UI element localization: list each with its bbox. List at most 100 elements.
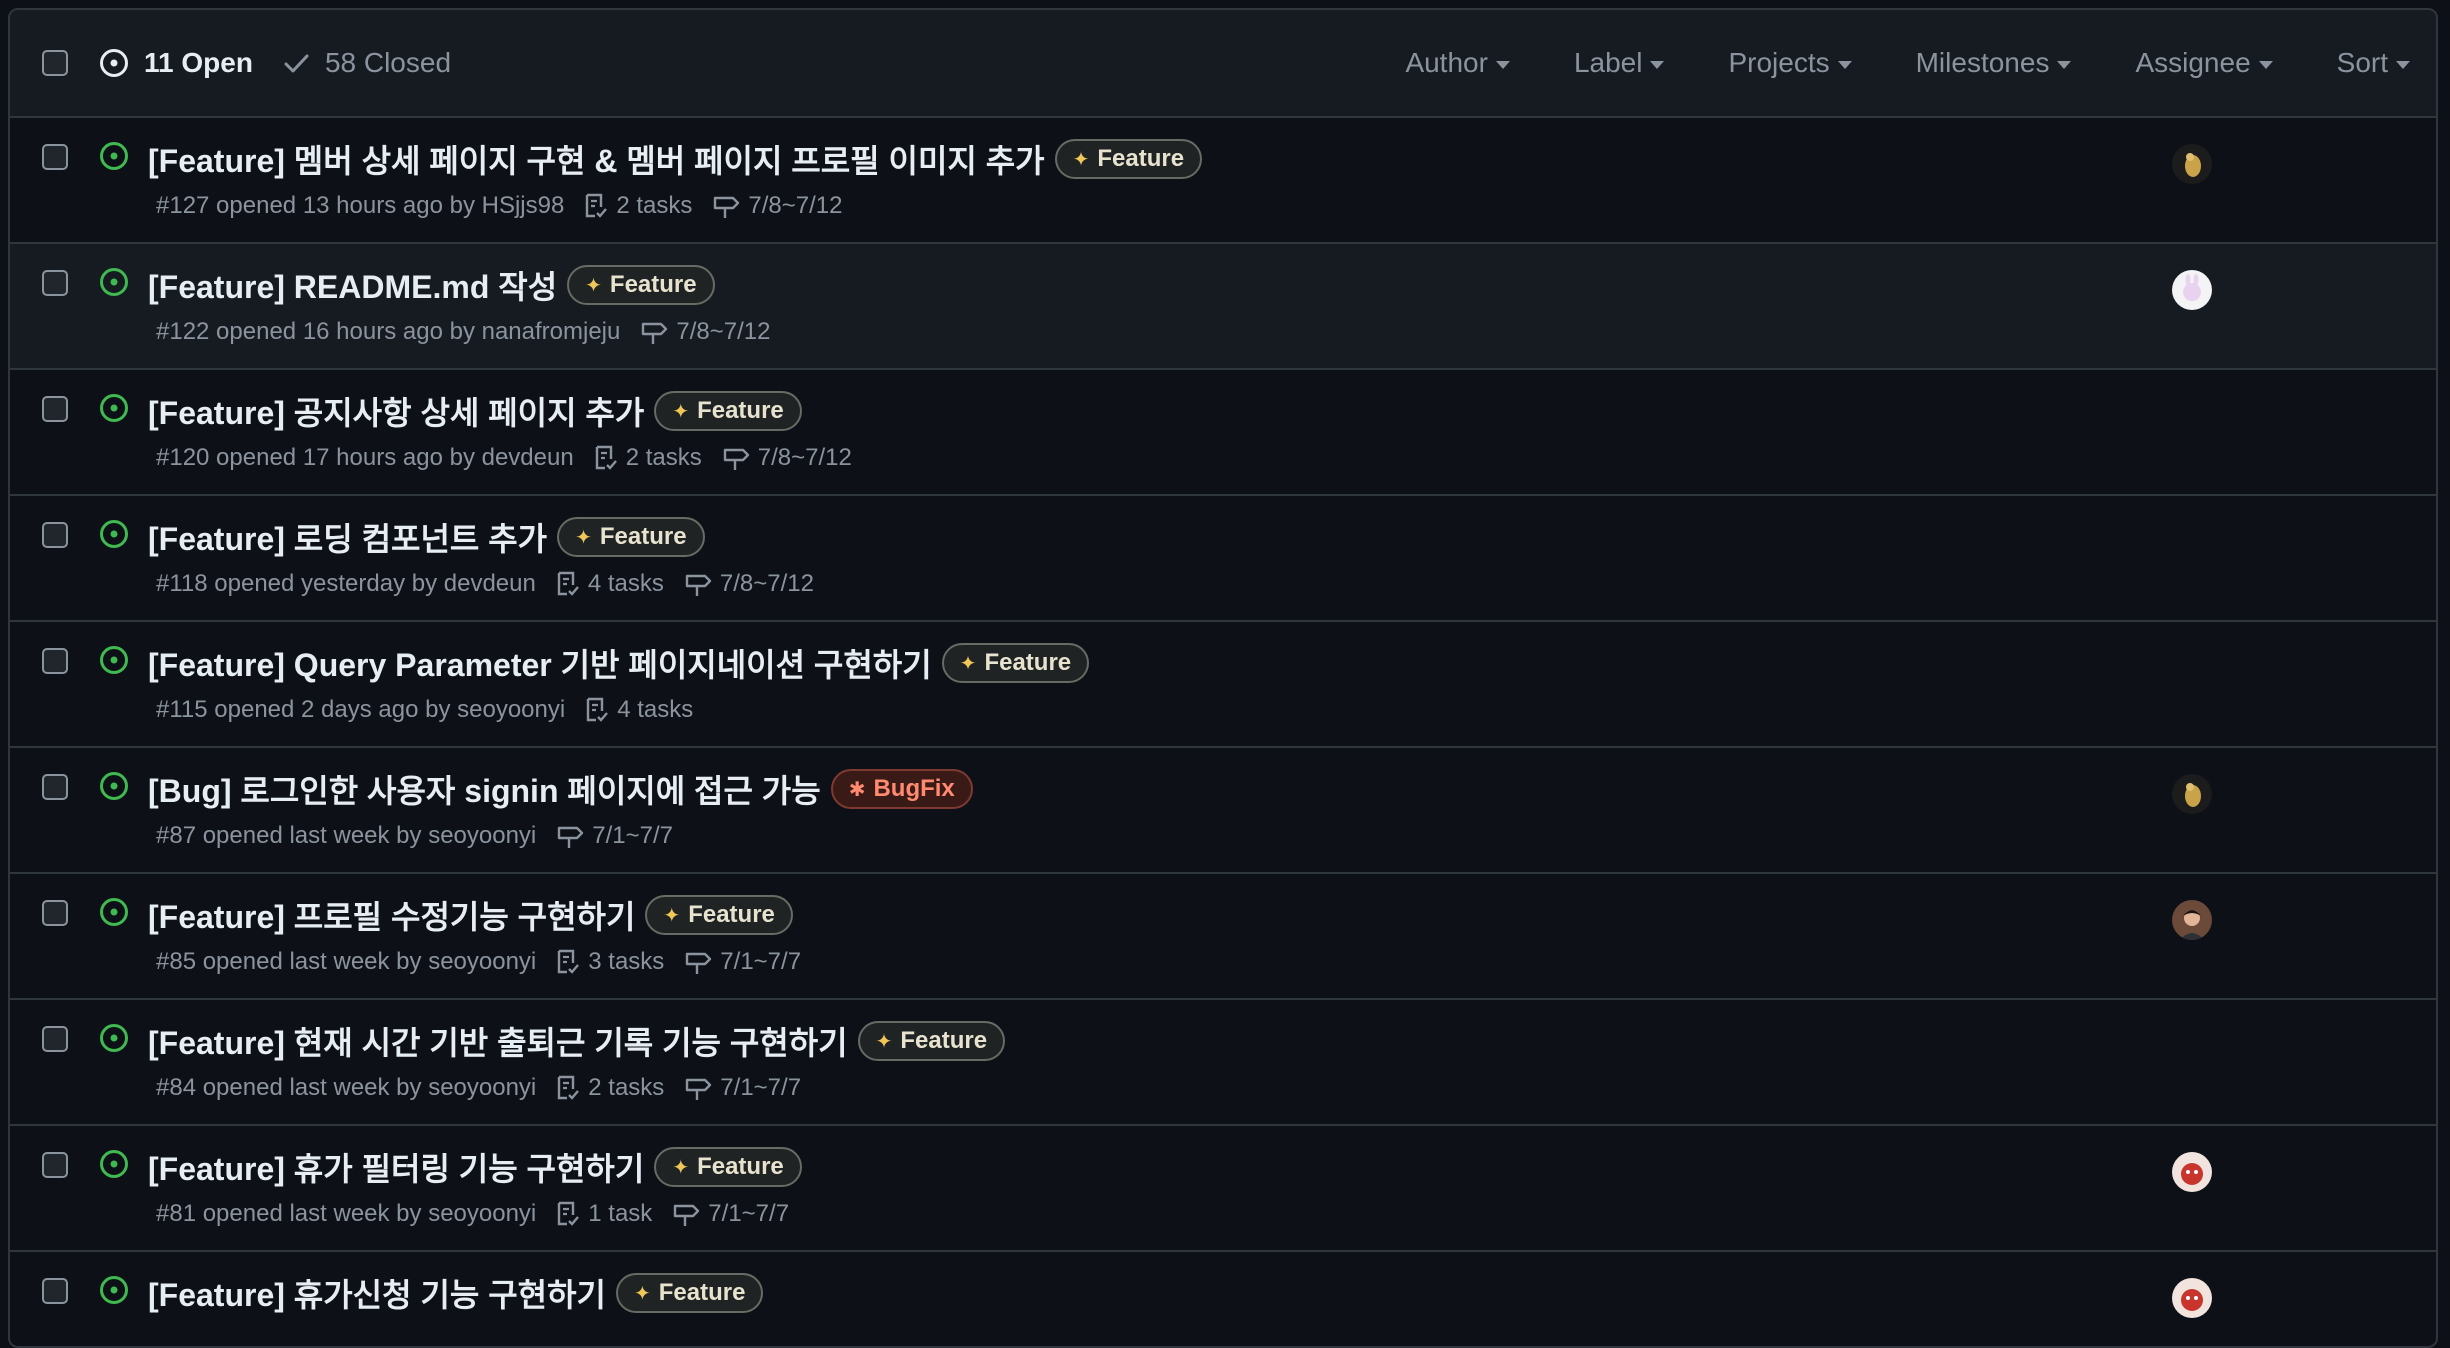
label-text: Feature: [984, 649, 1072, 676]
issue-title-link[interactable]: [Feature] 로딩 컴포넌트 추가: [148, 514, 547, 560]
issue-title-link[interactable]: [Feature] 멤버 상세 페이지 구현 & 멤버 페이지 프로필 이미지 …: [148, 136, 1045, 182]
issue-row[interactable]: [Feature] 멤버 상세 페이지 구현 & 멤버 페이지 프로필 이미지 …: [10, 118, 2436, 244]
milestone-link[interactable]: 7/8~7/12: [712, 192, 842, 220]
issue-checkbox[interactable]: [42, 774, 68, 800]
filter-label: Milestones: [1915, 47, 2050, 78]
issues-list-box: 11 Open 58 Closed Author Label Projects Mil…: [8, 8, 2438, 1348]
chevron-down-icon: [1837, 60, 1852, 69]
closed-issues-tab[interactable]: 58 Closed: [281, 47, 451, 79]
task-progress[interactable]: 2 tasks: [594, 444, 702, 472]
issue-checkbox[interactable]: [42, 648, 68, 674]
milestone-link[interactable]: 7/8~7/12: [722, 444, 852, 472]
issue-opened-info: #115 opened 2 days ago by seoyoonyi: [156, 696, 566, 723]
issue-row[interactable]: [Feature] README.md 작성 ✦ Feature #122 opene…: [10, 244, 2436, 370]
issue-opened-info: #127 opened 13 hours ago by HSjjs98: [156, 192, 565, 219]
label-feature[interactable]: ✦ Feature: [654, 391, 802, 431]
task-progress[interactable]: 3 tasks: [556, 948, 664, 976]
issues-list: [Feature] 멤버 상세 페이지 구현 & 멤버 페이지 프로필 이미지 …: [10, 118, 2436, 1346]
issue-checkbox[interactable]: [42, 396, 68, 422]
assignee-avatar[interactable]: [2172, 1152, 2212, 1192]
issue-status-icon: [98, 140, 130, 177]
issue-meta: #84 opened last week by seoyoonyi 2 tasks…: [156, 1074, 801, 1102]
assignee-avatar[interactable]: [2172, 900, 2212, 940]
milestone-icon: [674, 1204, 700, 1226]
issue-title-link[interactable]: [Feature] 프로필 수정기능 구현하기: [148, 892, 635, 938]
tasklist-icon: [586, 193, 608, 218]
sparkles-icon: ✦: [1072, 148, 1090, 171]
sparkles-icon: ✦: [575, 526, 592, 549]
issue-title-link[interactable]: [Feature] 현재 시간 기반 출퇴근 기록 기능 구현하기: [148, 1018, 848, 1064]
issue-status-icon: [98, 644, 130, 681]
issue-row[interactable]: [Feature] 휴가 필터링 기능 구현하기 ✦ Feature #81 open…: [10, 1126, 2436, 1252]
issue-checkbox[interactable]: [42, 1152, 68, 1178]
milestone-link[interactable]: 7/1~7/7: [684, 1074, 801, 1102]
issue-row[interactable]: [Feature] Query Parameter 기반 페이지네이션 구현하기…: [10, 622, 2436, 748]
task-progress[interactable]: 1 task: [556, 1200, 652, 1228]
label-feature[interactable]: ✦ Feature: [654, 1147, 802, 1187]
label-feature[interactable]: ✦ Feature: [941, 643, 1090, 683]
label-feature[interactable]: ✦ Feature: [857, 1021, 1006, 1061]
issue-checkbox[interactable]: [42, 270, 68, 296]
sparkles-icon: ✦: [672, 400, 690, 423]
issue-title-link[interactable]: [Feature] README.md 작성: [148, 262, 557, 308]
issue-title-link[interactable]: [Bug] 로그인한 사용자 signin 페이지에 접근 가능: [148, 766, 821, 812]
label-bugfix[interactable]: ✱ BugFix: [830, 769, 973, 809]
milestone-icon: [723, 448, 749, 470]
issue-checkbox[interactable]: [42, 900, 68, 926]
issue-title-link[interactable]: [Feature] 휴가 필터링 기능 구현하기: [148, 1144, 644, 1190]
filter-sort-dropdown[interactable]: Sort: [2337, 47, 2410, 79]
filter-projects-dropdown[interactable]: Projects: [1728, 47, 1852, 79]
milestone-link[interactable]: 7/1~7/7: [672, 1200, 789, 1228]
label-feature[interactable]: ✦ Feature: [567, 265, 715, 305]
milestone-link[interactable]: 7/8~7/12: [640, 318, 770, 346]
milestone-icon: [558, 826, 584, 848]
filter-author-dropdown[interactable]: Author: [1405, 47, 1510, 79]
issue-checkbox[interactable]: [42, 1278, 68, 1304]
label-feature[interactable]: ✦ Feature: [557, 517, 705, 557]
assignee-avatar[interactable]: [2172, 774, 2212, 814]
assignee-avatar[interactable]: [2172, 144, 2212, 184]
avatar-image: [2172, 900, 2212, 940]
issue-row[interactable]: [Feature] 공지사항 상세 페이지 추가 ✦ Feature #120 ope…: [10, 370, 2436, 496]
sparkles-icon: ✦: [672, 1156, 690, 1179]
issue-row[interactable]: [Feature] 휴가신청 기능 구현하기 ✦ Feature: [10, 1252, 2436, 1346]
milestone-link[interactable]: 7/8~7/12: [684, 570, 814, 598]
task-progress[interactable]: 4 tasks: [556, 570, 664, 598]
open-issues-tab[interactable]: 11 Open: [98, 47, 253, 79]
issue-checkbox[interactable]: [42, 144, 68, 170]
tasklist-icon: [587, 697, 609, 722]
issue-checkbox[interactable]: [42, 522, 68, 548]
filter-assignee-dropdown[interactable]: Assignee: [2135, 47, 2273, 79]
avatar-image: [2172, 1152, 2212, 1192]
task-count: 2 tasks: [588, 1074, 665, 1101]
issue-row[interactable]: [Feature] 현재 시간 기반 출퇴근 기록 기능 구현하기 ✦ Featur…: [10, 1000, 2436, 1126]
task-progress[interactable]: 4 tasks: [585, 696, 693, 724]
filter-label-dropdown[interactable]: Label: [1574, 47, 1665, 79]
label-feature[interactable]: ✦ Feature: [645, 895, 793, 935]
assignee-avatar[interactable]: [2172, 270, 2212, 310]
label-text: Feature: [697, 1153, 784, 1180]
label-feature[interactable]: ✦ Feature: [1054, 139, 1203, 179]
issue-row[interactable]: [Feature] 로딩 컴포넌트 추가 ✦ Feature #118 opened …: [10, 496, 2436, 622]
milestone-name: 7/8~7/12: [748, 192, 843, 219]
sparkles-icon: ✦: [875, 1030, 893, 1053]
issue-open-icon: [100, 268, 128, 296]
milestone-name: 7/8~7/12: [757, 444, 852, 471]
assignee-avatar[interactable]: [2172, 1278, 2212, 1318]
task-progress[interactable]: 2 tasks: [556, 1074, 664, 1102]
tasklist-icon: [595, 445, 617, 470]
select-all-checkbox[interactable]: [42, 50, 68, 76]
issue-title-link[interactable]: [Feature] 공지사항 상세 페이지 추가: [148, 388, 644, 434]
task-progress[interactable]: 2 tasks: [584, 192, 692, 220]
issue-title-link[interactable]: [Feature] 휴가신청 기능 구현하기: [148, 1270, 606, 1316]
chevron-down-icon: [1650, 60, 1665, 69]
issue-row[interactable]: [Bug] 로그인한 사용자 signin 페이지에 접근 가능 ✱ BugFix #…: [10, 748, 2436, 874]
filter-milestones-dropdown[interactable]: Milestones: [1916, 47, 2072, 79]
milestone-link[interactable]: 7/1~7/7: [684, 948, 801, 976]
issue-title-link[interactable]: [Feature] Query Parameter 기반 페이지네이션 구현하기: [148, 640, 932, 686]
label-feature[interactable]: ✦ Feature: [615, 1273, 764, 1313]
issue-opened-info: #85 opened last week by seoyoonyi: [156, 948, 537, 975]
issue-row[interactable]: [Feature] 프로필 수정기능 구현하기 ✦ Feature #85 opene…: [10, 874, 2436, 1000]
issue-checkbox[interactable]: [42, 1026, 68, 1052]
milestone-link[interactable]: 7/1~7/7: [556, 822, 673, 850]
